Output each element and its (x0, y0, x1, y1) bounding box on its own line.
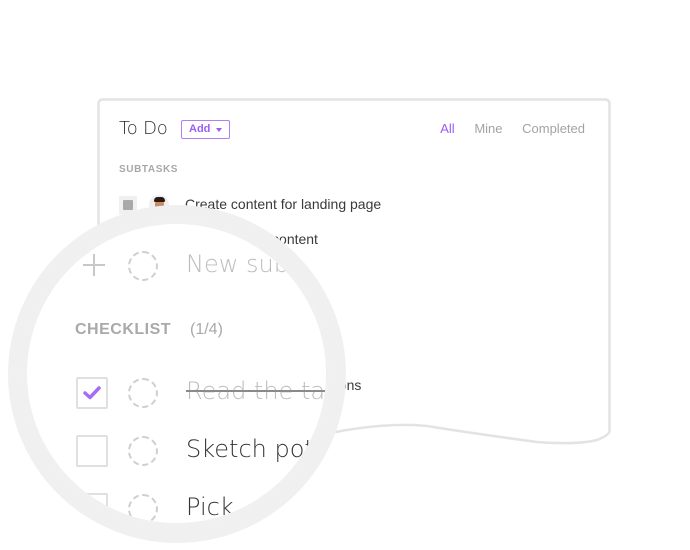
filter-tabs: All Mine Completed (424, 121, 585, 136)
assignee-placeholder-icon[interactable] (128, 251, 158, 281)
checklist-label: CHECKLIST (75, 321, 172, 338)
add-button-label: Add (189, 123, 211, 135)
avatar-hair (154, 197, 165, 202)
page-title: To Do (119, 118, 168, 139)
assignee-placeholder-icon[interactable] (128, 436, 158, 466)
plus-icon[interactable] (83, 254, 105, 276)
assignee-placeholder-icon[interactable] (128, 378, 158, 408)
subtasks-label: SUBTASKS (119, 164, 179, 175)
checkmark-icon (83, 386, 101, 400)
checklist-item-text: Sketch pot (186, 435, 314, 463)
checklist-item-text: Read the tas (186, 377, 326, 405)
magnifier-lens: New sub CHECKLIST (1/4) Read the tas Ske… (27, 224, 326, 523)
checklist-count: (1/4) (190, 321, 223, 338)
tab-mine[interactable]: Mine (474, 121, 502, 136)
caret-down-icon (216, 128, 222, 132)
add-button[interactable]: Add (181, 120, 230, 139)
tab-completed[interactable]: Completed (522, 121, 585, 136)
checklist-checkbox[interactable] (76, 493, 108, 523)
checklist-checkbox-checked[interactable] (76, 377, 108, 409)
checklist-checkbox[interactable] (76, 435, 108, 467)
assignee-placeholder-icon[interactable] (128, 494, 158, 523)
checklist-item-text: Pick (186, 493, 234, 521)
new-subtask-input[interactable]: New sub (186, 250, 289, 278)
tab-all[interactable]: All (440, 121, 454, 136)
